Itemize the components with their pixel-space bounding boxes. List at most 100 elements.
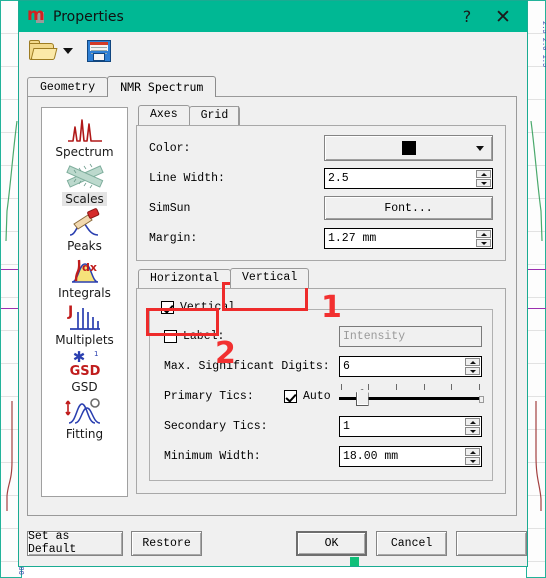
sidebar-item-gsd[interactable]: ✱ 1 GSD GSD bbox=[42, 349, 127, 394]
tab-axes[interactable]: Axes bbox=[138, 105, 190, 125]
line-width-stepper[interactable] bbox=[476, 169, 491, 187]
open-folder-icon[interactable] bbox=[27, 38, 58, 64]
stepper-up-icon[interactable] bbox=[465, 357, 480, 366]
cancel-button[interactable]: Cancel bbox=[376, 530, 448, 556]
max-significant-digits-stepper[interactable] bbox=[465, 357, 480, 375]
fitting-icon bbox=[64, 396, 106, 426]
sidebar-item-integrals[interactable]: dx Integrals bbox=[42, 255, 127, 300]
margin-stepper[interactable] bbox=[476, 229, 491, 247]
stepper-up-icon[interactable] bbox=[465, 447, 480, 456]
chevron-down-icon bbox=[476, 146, 484, 151]
label-cell-axis-label: Label: bbox=[164, 329, 339, 343]
stepper-down-icon[interactable] bbox=[476, 238, 491, 247]
sidebar-label-scales: Scales bbox=[62, 192, 107, 206]
category-sidebar[interactable]: Spectrum Scales Peaks dx Integrals J Mul… bbox=[41, 107, 128, 497]
background-axis-labels-right: 2.5 2.0 1.5 bbox=[540, 21, 546, 68]
line-width-value: 2.5 bbox=[328, 171, 349, 185]
sidebar-item-multiplets[interactable]: J Multiplets bbox=[42, 302, 127, 347]
label-primary-tics: Primary Tics: bbox=[164, 389, 254, 403]
sidebar-item-spectrum[interactable]: Spectrum bbox=[42, 114, 127, 159]
ok-button[interactable]: OK bbox=[296, 530, 368, 556]
background-red-trace bbox=[6, 401, 13, 511]
row-color: Color: bbox=[149, 135, 493, 161]
background-green-trace-right bbox=[530, 121, 543, 241]
sidebar-item-scales[interactable]: Scales bbox=[42, 161, 127, 206]
axis-tabstrip: Horizontal Vertical bbox=[138, 268, 506, 288]
line-width-input[interactable]: 2.5 bbox=[324, 167, 493, 189]
vertical-axis-panel: Vertical Label: Intensity Max. Significa… bbox=[136, 288, 506, 494]
tab-vertical[interactable]: Vertical bbox=[230, 268, 310, 288]
primary-tics-auto-checkbox[interactable] bbox=[284, 389, 297, 403]
dialog-toolbar bbox=[27, 38, 111, 64]
restore-button[interactable]: Restore bbox=[131, 530, 203, 556]
stepper-down-icon[interactable] bbox=[465, 456, 480, 465]
row-font: SimSun Font... bbox=[149, 196, 493, 220]
stepper-down-icon[interactable] bbox=[465, 366, 480, 375]
close-button[interactable]: ✕ bbox=[485, 2, 521, 32]
sidebar-label-integrals: Integrals bbox=[58, 286, 111, 300]
axis-label-checkbox[interactable] bbox=[164, 329, 177, 343]
background-spectrum-right: 2.5 2.0 1.5 bbox=[526, 0, 546, 578]
mestrenova-m-logo-icon: m bbox=[27, 4, 45, 25]
tab-nmr-spectrum[interactable]: NMR Spectrum bbox=[107, 76, 217, 97]
chevron-down-icon[interactable] bbox=[63, 48, 73, 54]
row-primary-tics: Primary Tics: Auto bbox=[164, 384, 485, 408]
minimum-width-stepper[interactable] bbox=[465, 447, 480, 465]
row-line-width: Line Width: 2.5 bbox=[149, 166, 493, 190]
label-max-significant-digits: Max. Significant Digits: bbox=[164, 359, 330, 373]
tab-grid[interactable]: Grid bbox=[188, 106, 241, 125]
set-as-default-button[interactable]: Set as Default bbox=[27, 530, 124, 556]
axis-label-input[interactable]: Intensity bbox=[339, 325, 482, 347]
sidebar-label-peaks: Peaks bbox=[67, 239, 102, 253]
scales-ruler-icon bbox=[64, 161, 106, 191]
max-significant-digits-input[interactable]: 6 bbox=[339, 355, 482, 377]
gsd-icon: ✱ 1 GSD bbox=[64, 349, 106, 379]
color-dropdown[interactable] bbox=[324, 135, 493, 161]
svg-text:dx: dx bbox=[82, 261, 97, 274]
scales-settings-content: Axes Grid Color: Line Width: 2.5 SimSun … bbox=[136, 105, 506, 503]
row-max-significant-digits: Max. Significant Digits: 6 bbox=[164, 354, 482, 378]
row-label: Label: Intensity bbox=[164, 324, 482, 348]
vertical-enable-legend: Vertical bbox=[158, 301, 239, 314]
background-purple-band-right bbox=[527, 269, 546, 309]
minimum-width-value: 18.00 mm bbox=[343, 449, 399, 463]
sidebar-item-peaks[interactable]: Peaks bbox=[42, 208, 127, 253]
margin-input[interactable]: 1.27 mm bbox=[324, 227, 493, 249]
minimum-width-input[interactable]: 18.00 mm bbox=[339, 445, 482, 467]
stepper-up-icon[interactable] bbox=[465, 417, 480, 426]
svg-text:GSD: GSD bbox=[69, 364, 100, 379]
dialog-button-bar: Set as Default Restore OK Cancel bbox=[27, 530, 527, 556]
integrals-icon: dx bbox=[64, 255, 106, 285]
sidebar-item-fitting[interactable]: Fitting bbox=[42, 396, 127, 441]
sidebar-label-multiplets: Multiplets bbox=[55, 333, 114, 347]
svg-text:J: J bbox=[67, 304, 73, 320]
dialog-titlebar[interactable]: m Properties ? ✕ bbox=[19, 1, 527, 32]
stepper-up-icon[interactable] bbox=[476, 229, 491, 238]
floppy-save-icon[interactable] bbox=[87, 39, 111, 63]
dialog-client-area: Geometry NMR Spectrum Spectrum Scales Pe… bbox=[19, 32, 527, 566]
label-minimum-width: Minimum Width: bbox=[164, 449, 261, 463]
slider-thumb[interactable] bbox=[355, 389, 369, 406]
inner-tabstrip-tail bbox=[238, 106, 245, 125]
help-button[interactable]: ? bbox=[449, 2, 485, 32]
label-secondary-tics: Secondary Tics: bbox=[164, 419, 268, 433]
font-button[interactable]: Font... bbox=[324, 196, 493, 220]
primary-tics-slider[interactable] bbox=[338, 384, 485, 408]
background-green-trace bbox=[5, 121, 18, 241]
outer-tabstrip: Geometry NMR Spectrum bbox=[27, 76, 224, 97]
tab-geometry[interactable]: Geometry bbox=[27, 77, 109, 97]
vertical-enabled-checkbox[interactable] bbox=[161, 301, 174, 314]
extra-button[interactable] bbox=[456, 530, 527, 556]
vertical-enabled-label: Vertical bbox=[180, 301, 236, 314]
axis-label-text: Label: bbox=[183, 329, 225, 343]
background-red-trace-right bbox=[535, 401, 542, 511]
margin-value: 1.27 mm bbox=[328, 231, 377, 245]
secondary-tics-input[interactable]: 1 bbox=[339, 415, 482, 437]
stepper-down-icon[interactable] bbox=[465, 426, 480, 435]
row-margin: Margin: 1.27 mm bbox=[149, 226, 493, 250]
stepper-up-icon[interactable] bbox=[476, 169, 491, 178]
stepper-down-icon[interactable] bbox=[476, 178, 491, 187]
label-line-width: Line Width: bbox=[149, 171, 225, 185]
secondary-tics-stepper[interactable] bbox=[465, 417, 480, 435]
tab-horizontal[interactable]: Horizontal bbox=[138, 269, 232, 288]
